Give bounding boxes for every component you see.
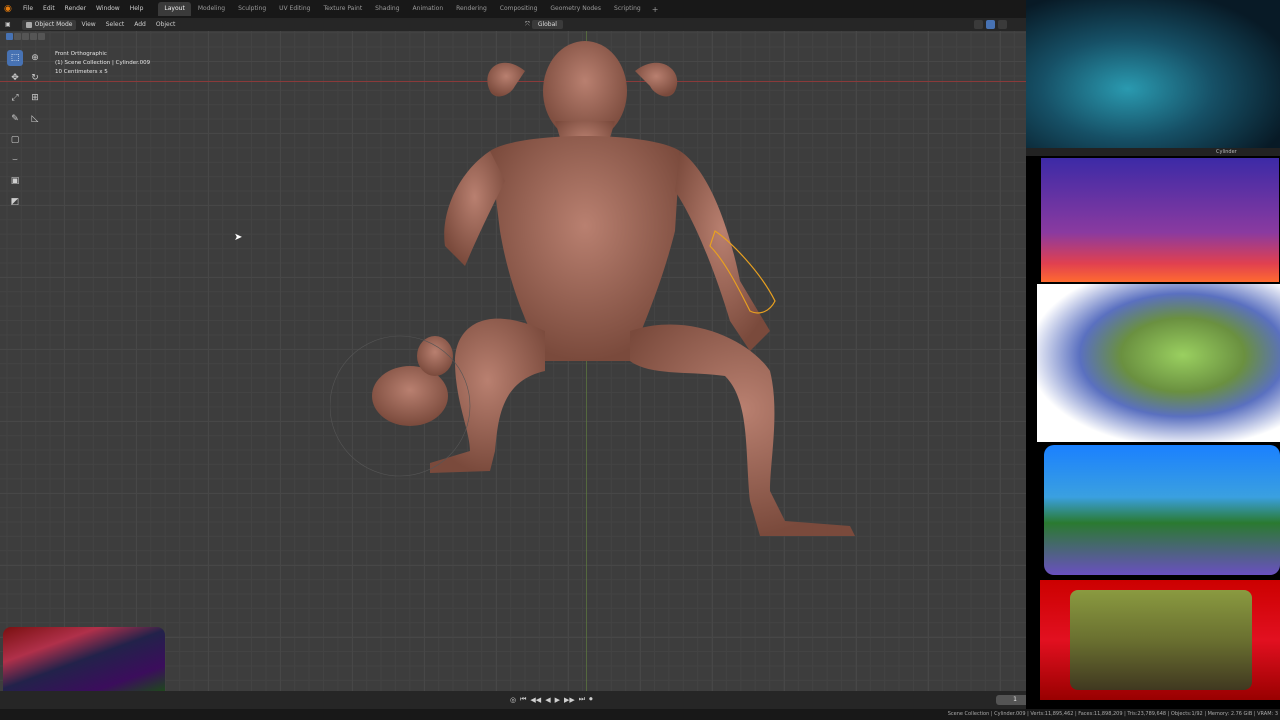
menu-add[interactable]: Add: [129, 18, 151, 31]
side-header-strip: Cylinder: [1026, 148, 1280, 156]
select-mode-invert-icon[interactable]: [30, 33, 37, 40]
tab-layout[interactable]: Layout: [158, 2, 191, 16]
select-box-icon[interactable]: ⬚: [7, 50, 23, 66]
viewport-header: ▣ Object Mode View Select Add Object: [0, 18, 1026, 31]
add-cube-icon[interactable]: ▢: [7, 132, 23, 148]
render-preview-1: [1026, 0, 1280, 148]
tab-uv-editing[interactable]: UV Editing: [273, 2, 316, 16]
transform-icon[interactable]: ⊞: [27, 90, 43, 106]
menu-help[interactable]: Help: [125, 0, 149, 18]
tab-scripting[interactable]: Scripting: [608, 2, 647, 16]
tab-rendering[interactable]: Rendering: [450, 2, 493, 16]
orientation-dropdown[interactable]: Global: [531, 20, 563, 29]
scene-object-info: (1) Scene Collection | Cylinder.009: [55, 60, 151, 66]
render-preview-3: [1037, 284, 1280, 442]
3d-viewport[interactable]: Front Orthographic (1) Scene Collection …: [0, 31, 1038, 691]
tab-animation[interactable]: Animation: [407, 2, 450, 16]
jump-start-icon[interactable]: ⏮: [520, 695, 526, 704]
editor-type-icon[interactable]: ▣: [0, 18, 16, 31]
auto-key-icon[interactable]: ⏺: [589, 695, 593, 704]
game-screenshot: [1070, 590, 1252, 690]
scene-statistics: Scene Collection | Cylinder.009 | Verts:…: [947, 711, 1278, 717]
menu-render[interactable]: Render: [60, 0, 91, 18]
extrude-icon[interactable]: ⌣: [7, 152, 23, 168]
side-header-label: Cylinder: [1216, 149, 1237, 155]
orientation-icon: ⤧: [525, 20, 530, 28]
menu-object[interactable]: Object: [151, 18, 181, 31]
tab-texture-paint[interactable]: Texture Paint: [317, 2, 368, 16]
view-name: Front Orthographic: [55, 51, 107, 57]
sculpt-model[interactable]: [330, 31, 890, 551]
side-renders: [1026, 0, 1280, 709]
object-mode-icon: [25, 21, 32, 28]
play-icon[interactable]: ▶: [555, 696, 560, 704]
object-mode-dropdown[interactable]: Object Mode: [21, 19, 77, 30]
menu-file[interactable]: File: [18, 0, 38, 18]
tab-compositing[interactable]: Compositing: [494, 2, 544, 16]
render-preview-4: [1044, 445, 1280, 575]
menu-edit[interactable]: Edit: [38, 0, 60, 18]
jump-end-icon[interactable]: ⏭: [579, 695, 585, 704]
select-mode-new-icon[interactable]: [6, 33, 13, 40]
rotate-icon[interactable]: ↻: [27, 70, 43, 86]
overlay-toggle-icon[interactable]: [998, 20, 1007, 29]
tab-shading[interactable]: Shading: [369, 2, 405, 16]
top-bar: ◉ File Edit Render Window Help Layout Mo…: [0, 0, 1026, 18]
bevel-icon[interactable]: ◩: [7, 194, 23, 210]
menu-select[interactable]: Select: [101, 18, 130, 31]
add-workspace-button[interactable]: +: [648, 5, 663, 14]
transform-orientation[interactable]: ⤧ Global: [525, 20, 563, 29]
play-reverse-icon[interactable]: ◀: [545, 696, 550, 704]
selection-mode-buttons[interactable]: [6, 33, 45, 40]
select-mode-intersect-icon[interactable]: [38, 33, 45, 40]
menu-window[interactable]: Window: [91, 0, 125, 18]
visibility-icon[interactable]: [974, 20, 983, 29]
gizmo-toggle-icon[interactable]: [986, 20, 995, 29]
scale-icon[interactable]: ⤢: [7, 90, 23, 106]
annotate-icon[interactable]: ✎: [7, 111, 23, 127]
menu-view[interactable]: View: [76, 18, 100, 31]
inset-icon[interactable]: ▣: [7, 173, 23, 189]
tab-modeling[interactable]: Modeling: [192, 2, 231, 16]
grid-scale-info: 10 Centimeters x 5: [55, 69, 108, 75]
webcam-overlay: [3, 627, 165, 691]
select-mode-subtract-icon[interactable]: [22, 33, 29, 40]
prev-keyframe-icon[interactable]: ◀◀: [530, 696, 541, 704]
blender-logo-icon[interactable]: ◉: [4, 4, 14, 14]
status-bar: Scene Collection | Cylinder.009 | Verts:…: [0, 709, 1280, 720]
timeline-bar: ◎ ⏮ ◀◀ ◀ ▶ ▶▶ ⏭ ⏺ 1: [0, 691, 1038, 709]
keyframe-icon[interactable]: ◎: [510, 696, 516, 704]
measure-icon[interactable]: ◺: [27, 111, 43, 127]
cursor-icon[interactable]: ⊕: [27, 50, 43, 66]
viewport-info: Front Orthographic (1) Scene Collection …: [55, 50, 150, 77]
playback-controls: ◎ ⏮ ◀◀ ◀ ▶ ▶▶ ⏭ ⏺: [510, 695, 593, 704]
viewport-header-right: [974, 20, 1007, 29]
select-mode-extend-icon[interactable]: [14, 33, 21, 40]
next-keyframe-icon[interactable]: ▶▶: [564, 696, 575, 704]
mouse-cursor-icon: ➤: [234, 232, 243, 243]
render-preview-5: [1040, 580, 1280, 700]
render-preview-2: [1041, 158, 1279, 282]
tab-sculpting[interactable]: Sculpting: [232, 2, 272, 16]
move-icon[interactable]: ✥: [7, 70, 23, 86]
object-mode-label: Object Mode: [34, 21, 73, 28]
tab-geometry-nodes[interactable]: Geometry Nodes: [544, 2, 607, 16]
